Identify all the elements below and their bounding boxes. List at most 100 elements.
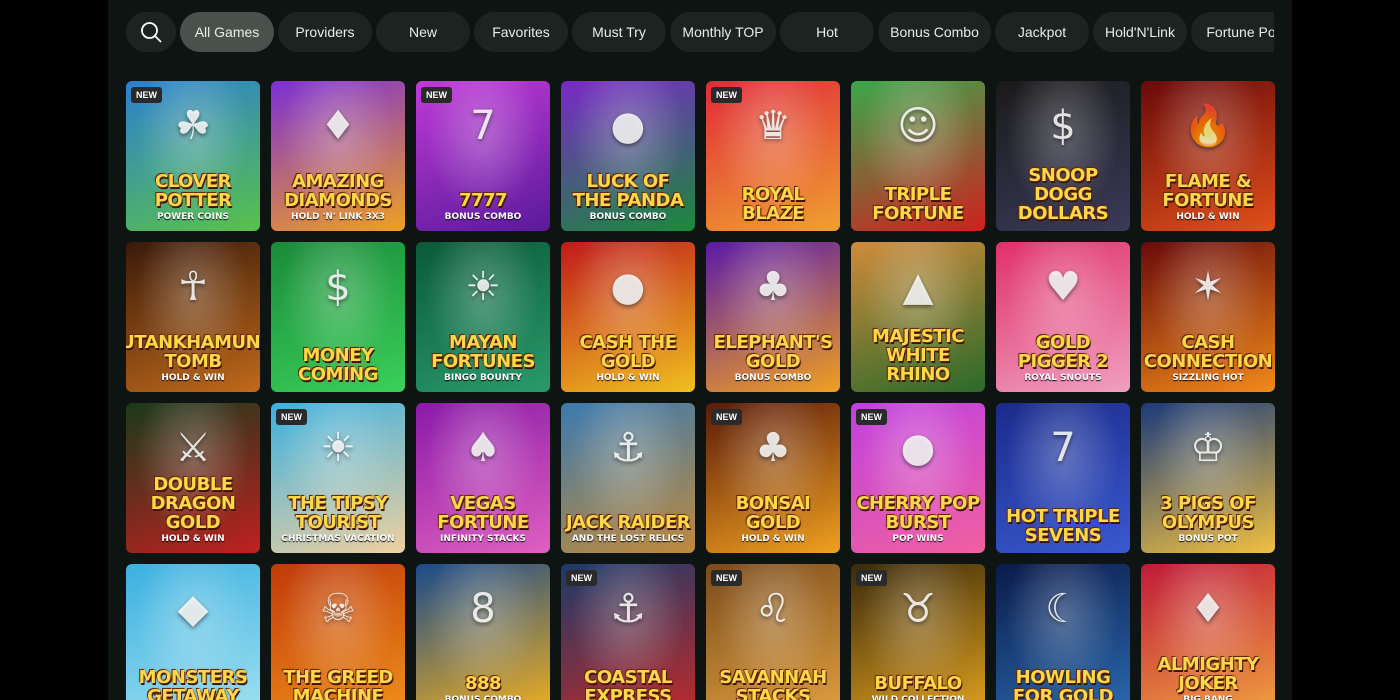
filter-chip-providers[interactable]: Providers (278, 12, 372, 52)
game-subtitle: Bonus Combo (444, 212, 522, 222)
game-emblem-icon: ♦ (320, 103, 356, 149)
filter-chip-monthly-top[interactable]: Monthly TOP (670, 12, 776, 52)
game-title-text: Cash the Gold (579, 332, 677, 372)
game-grid: ☘ NEW Clover Potter Power Coins ♦ Amazing Dia… (126, 81, 1276, 700)
game-emblem-icon: ♥ (1045, 264, 1081, 310)
game-tile[interactable]: ♠ Vegas Fortune Infinity Stacks (416, 403, 550, 553)
game-subtitle: Hold & Win (1176, 212, 1240, 222)
game-title: Clover Potter Power Coins (126, 172, 260, 231)
game-tile[interactable]: ♣ NEW Bonsai Gold Hold & Win (706, 403, 840, 553)
new-badge: NEW (566, 570, 597, 586)
filter-chip-favorites[interactable]: Favorites (474, 12, 568, 52)
filter-chip-fortune-po[interactable]: Fortune Po (1191, 12, 1274, 52)
game-tile[interactable]: 7 Hot Triple Sevens (996, 403, 1130, 553)
game-tile[interactable]: $ Snoop Dogg Dollars (996, 81, 1130, 231)
new-badge: NEW (856, 409, 887, 425)
game-tile[interactable]: ♦ Amazing Diamonds Hold 'N' Link 3x3 (271, 81, 405, 231)
game-title-text: Tutankhamun's Tomb (126, 332, 260, 372)
game-title-text: Gold Pigger 2 (1017, 332, 1109, 372)
game-tile[interactable]: ☠ The Greed Machine (271, 564, 405, 700)
game-title: The Tipsy Tourist Christmas Vacation (271, 494, 405, 553)
game-tile[interactable]: $ Money Coming (271, 242, 405, 392)
game-tile[interactable]: ♣ Elephant's Gold Bonus Combo (706, 242, 840, 392)
game-title: 7777 Bonus Combo (441, 191, 526, 231)
game-emblem-icon: ☘ (175, 103, 211, 149)
filter-chip-hold-n-link[interactable]: Hold'N'Link (1093, 12, 1187, 52)
filter-chip-must-try[interactable]: Must Try (572, 12, 666, 52)
game-emblem-icon: ♌ (755, 586, 791, 632)
game-title: Buffalo Wild Collection (868, 674, 969, 700)
game-subtitle: Big Bang (1183, 695, 1233, 700)
filter-chip-hot[interactable]: Hot (780, 12, 874, 52)
new-badge: NEW (711, 87, 742, 103)
game-title-text: Luck of the Panda (572, 171, 684, 211)
game-emblem-icon: ✶ (1191, 264, 1225, 310)
filter-chip-new[interactable]: New (376, 12, 470, 52)
game-tile[interactable]: ◆ Monsters Getaway (126, 564, 260, 700)
game-emblem-icon: ▲ (902, 264, 934, 310)
game-title: Triple Fortune (851, 185, 985, 231)
game-emblem-icon: ⚔ (175, 425, 211, 471)
game-tile[interactable]: 7 NEW 7777 Bonus Combo (416, 81, 550, 231)
game-title: Cherry Pop Burst Pop Wins (851, 494, 985, 553)
new-badge: NEW (711, 570, 742, 586)
game-tile[interactable]: ♛ NEW Royal Blaze (706, 81, 840, 231)
game-title: Elephant's Gold Bonus Combo (706, 333, 840, 392)
game-title-text: 7777 (458, 190, 508, 211)
game-tile[interactable]: ● Luck of the Panda Bonus Combo (561, 81, 695, 231)
game-title-text: Clover Potter (154, 171, 232, 211)
game-title-text: Double Dragon Gold (150, 474, 236, 533)
game-title: Snoop Dogg Dollars (996, 166, 1130, 231)
search-icon (141, 22, 162, 43)
game-tile[interactable]: ⚓ Jack Raider and the Lost Relics (561, 403, 695, 553)
game-emblem-icon: ♣ (755, 425, 791, 471)
search-button[interactable] (126, 12, 176, 52)
game-title-text: Savannah Stacks (719, 667, 827, 700)
game-subtitle: Royal Snouts (1024, 373, 1102, 383)
game-tile[interactable]: ▲ Majestic White Rhino (851, 242, 985, 392)
filter-chip-all-games[interactable]: All Games (180, 12, 274, 52)
game-subtitle: Bonus Pot (1178, 534, 1238, 544)
game-tile[interactable]: ♌ NEW Savannah Stacks (706, 564, 840, 700)
game-tile[interactable]: ✶ Cash Connection Sizzling Hot (1141, 242, 1275, 392)
new-badge: NEW (711, 409, 742, 425)
game-tile[interactable]: ● Cash the Gold Hold & Win (561, 242, 695, 392)
game-subtitle: Christmas Vacation (281, 534, 395, 544)
game-tile[interactable]: 8 888 Bonus Combo (416, 564, 550, 700)
game-title-text: Money Coming (298, 345, 378, 385)
game-tile[interactable]: ♦ Almighty Joker Big Bang (1141, 564, 1275, 700)
filter-chip-bonus-combo[interactable]: Bonus Combo (878, 12, 991, 52)
game-tile[interactable]: 🔥 Flame & Fortune Hold & Win (1141, 81, 1275, 231)
game-title-text: Cherry Pop Burst (856, 493, 980, 533)
game-tile[interactable]: ♥ Gold Pigger 2 Royal Snouts (996, 242, 1130, 392)
game-tile[interactable]: ♔ 3 Pigs of Olympus Bonus Pot (1141, 403, 1275, 553)
game-emblem-icon: ☾ (1045, 586, 1081, 632)
game-title-text: Elephant's Gold (713, 332, 833, 372)
game-tile[interactable]: ☀ NEW The Tipsy Tourist Christmas Vacation (271, 403, 405, 553)
game-title: Money Coming (271, 346, 405, 392)
game-title: Luck of the Panda Bonus Combo (561, 172, 695, 231)
game-title-text: Vegas Fortune (437, 493, 529, 533)
game-title: Gold Pigger 2 Royal Snouts (996, 333, 1130, 392)
game-tile[interactable]: ⚓ NEW Coastal Express (561, 564, 695, 700)
game-subtitle: Wild Collection (871, 695, 965, 700)
game-tile[interactable]: ☘ NEW Clover Potter Power Coins (126, 81, 260, 231)
game-subtitle: Bonus Combo (444, 695, 522, 700)
game-emblem-icon: 7 (1050, 425, 1076, 471)
game-title-text: Hot Triple Sevens (1006, 506, 1120, 546)
game-title-text: Almighty Joker (1157, 654, 1259, 694)
game-tile[interactable]: ● NEW Cherry Pop Burst Pop Wins (851, 403, 985, 553)
game-tile[interactable]: ☺ Triple Fortune (851, 81, 985, 231)
game-emblem-icon: ● (610, 264, 646, 310)
game-tile[interactable]: ☥ Tutankhamun's TombHold & Win (126, 242, 260, 392)
new-badge: NEW (421, 87, 452, 103)
game-tile[interactable]: ☀ Mayan Fortunes Bingo Bounty (416, 242, 550, 392)
game-subtitle: Hold & Win (741, 534, 805, 544)
filter-chip-jackpot[interactable]: Jackpot (995, 12, 1089, 52)
game-emblem-icon: 8 (470, 586, 496, 632)
game-emblem-icon: ⚓ (610, 586, 646, 632)
game-tile[interactable]: ♉ NEW Buffalo Wild Collection (851, 564, 985, 700)
new-badge: NEW (131, 87, 162, 103)
game-tile[interactable]: ☾ Howling for Gold (996, 564, 1130, 700)
game-tile[interactable]: ⚔ Double Dragon Gold Hold & Win (126, 403, 260, 553)
